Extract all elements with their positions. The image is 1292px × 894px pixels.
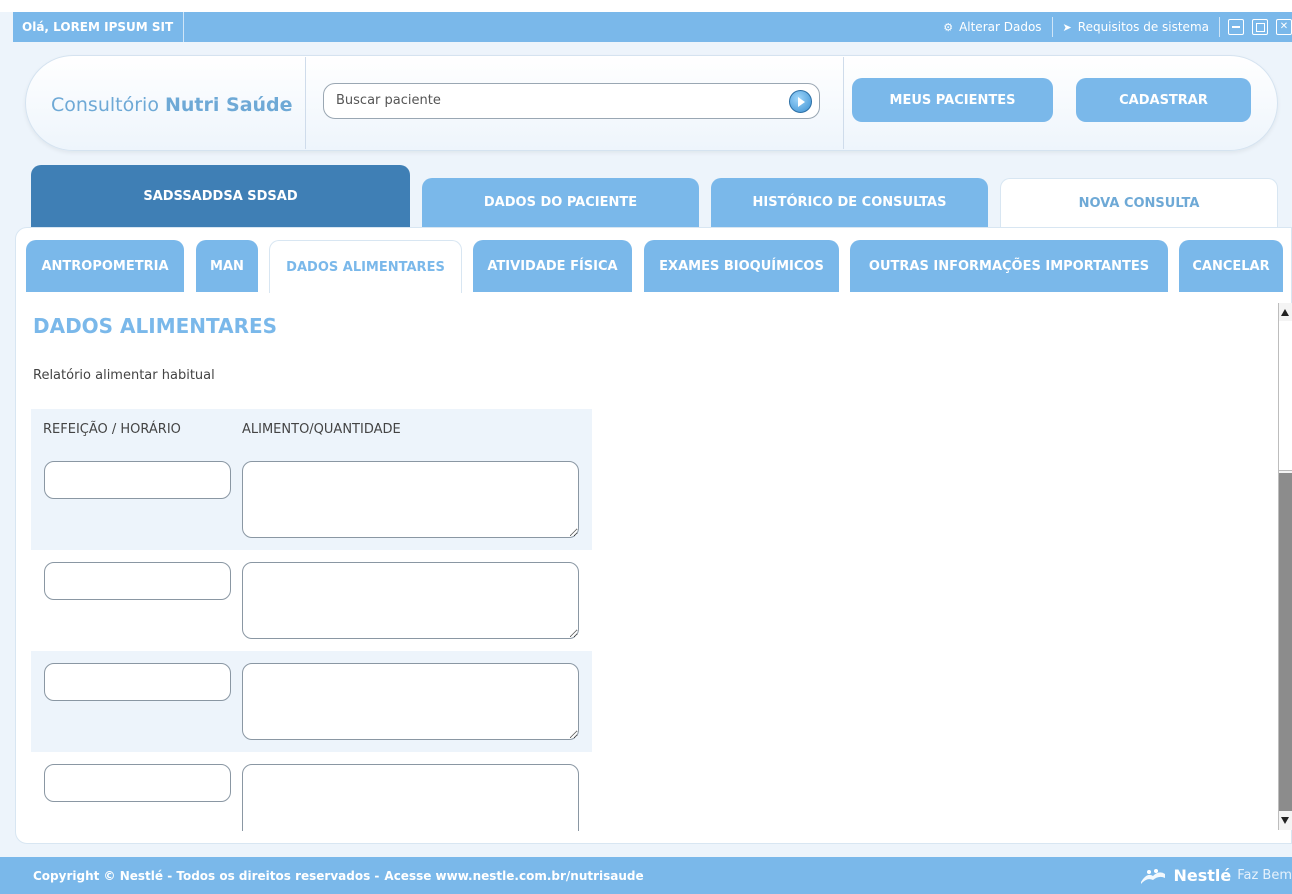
tab-historico-consultas[interactable]: HISTÓRICO DE CONSULTAS [711,178,988,227]
section-title: DADOS ALIMENTARES [33,314,278,338]
requisitos-sistema-link[interactable]: ➤ Requisitos de sistema [1053,17,1220,37]
table-row [31,752,592,831]
gears-icon: ⚙ [943,20,954,34]
footer: Copyright © Nestlé - Todos os direitos r… [0,857,1292,894]
search-box [323,83,820,119]
tab-patient-name[interactable]: SADSSADDSA SDSAD [31,165,410,227]
section-subtitle: Relatório alimentar habitual [33,368,215,383]
brand-logo: Consultório Nutri Saúde [51,94,293,116]
tab-man[interactable]: MAN [196,240,258,292]
nestle-logo: Nestlé [1173,866,1232,885]
meal-table-header: REFEIÇÃO / HORÁRIO ALIMENTO/QUANTIDADE [31,409,592,449]
meal-time-input[interactable] [44,764,231,802]
food-quantity-input[interactable] [242,663,579,740]
food-quantity-input[interactable] [242,764,579,831]
copyright-text: Copyright © Nestlé - Todos os direitos r… [33,868,380,883]
scroll-thumb[interactable] [1279,473,1292,811]
search-go-icon[interactable] [789,90,812,113]
food-quantity-input[interactable] [242,461,579,538]
food-quantity-input[interactable] [242,562,579,639]
nestle-brand: Nestlé Faz Bem [1139,866,1292,886]
cadastrar-button[interactable]: CADASTRAR [1076,78,1251,122]
top-bar: Olá, LOREM IPSUM SIT ⚙ Alterar Dados ➤ R… [13,12,1292,42]
header-divider [305,57,306,149]
table-row [31,651,592,752]
alterar-dados-label: Alterar Dados [959,20,1042,34]
search-input[interactable] [336,93,776,108]
nestle-slogan: Faz Bem [1237,868,1292,883]
tab-antropometria[interactable]: ANTROPOMETRIA [26,240,184,292]
meal-table: REFEIÇÃO / HORÁRIO ALIMENTO/QUANTIDADE [31,409,592,831]
scroll-track[interactable] [1279,321,1292,471]
header-divider [843,57,844,149]
minimize-icon[interactable] [1228,19,1244,35]
column-header-food: ALIMENTO/QUANTIDADE [242,421,401,437]
tab-atividade-fisica[interactable]: ATIVIDADE FÍSICA [473,240,632,292]
window-top-edge [0,0,1292,12]
meal-time-input[interactable] [44,562,231,600]
cancelar-button[interactable]: CANCELAR [1179,240,1283,292]
site-link[interactable]: Acesse www.nestle.com.br/nutrisaude [384,869,643,883]
meal-time-input[interactable] [44,663,231,701]
table-row [31,449,592,550]
tag-icon: ➤ [1062,20,1072,34]
tab-nova-consulta[interactable]: NOVA CONSULTA [1000,178,1278,228]
tab-dados-paciente[interactable]: DADOS DO PACIENTE [422,178,699,227]
close-icon[interactable]: ✕ [1276,19,1292,35]
tab-exames-bioquimicos[interactable]: EXAMES BIOQUÍMICOS [644,240,839,292]
alterar-dados-link[interactable]: ⚙ Alterar Dados [933,17,1053,37]
top-bar-actions: ⚙ Alterar Dados ➤ Requisitos de sistema … [933,12,1292,42]
tab-dados-alimentares[interactable]: DADOS ALIMENTARES [269,240,462,293]
user-greeting: Olá, LOREM IPSUM SIT [13,12,185,42]
scroll-down-icon[interactable] [1281,817,1289,824]
nest-logo-icon [1141,868,1166,884]
scroll-up-icon[interactable] [1281,309,1289,316]
vertical-scrollbar[interactable] [1278,303,1292,830]
tab-outras-informacoes[interactable]: OUTRAS INFORMAÇÕES IMPORTANTES [850,240,1168,292]
brand-name: Nutri Saúde [165,94,293,116]
table-row [31,550,592,651]
maximize-icon[interactable] [1252,19,1268,35]
requisitos-sistema-label: Requisitos de sistema [1077,20,1209,34]
brand-prefix: Consultório [51,94,159,116]
meus-pacientes-button[interactable]: MEUS PACIENTES [852,78,1053,122]
column-header-meal: REFEIÇÃO / HORÁRIO [43,421,181,437]
meal-time-input[interactable] [44,461,231,499]
